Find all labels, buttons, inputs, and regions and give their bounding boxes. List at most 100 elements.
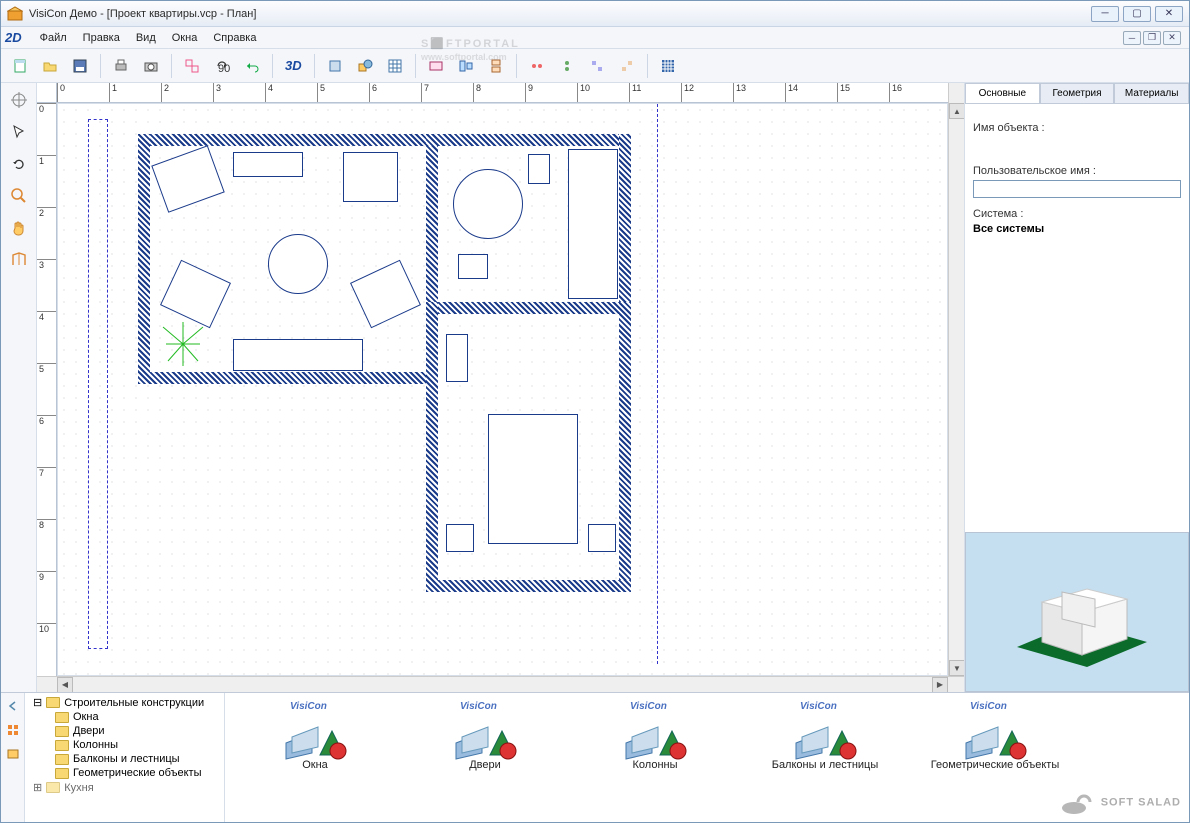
- scroll-left-button[interactable]: ◀: [57, 677, 73, 693]
- menu-windows[interactable]: Окна: [164, 30, 206, 46]
- tree-item-columns[interactable]: Колонны: [27, 738, 222, 752]
- tab-basic[interactable]: Основные: [965, 83, 1040, 103]
- tree-root[interactable]: ⊟Строительные конструкции: [27, 695, 222, 710]
- align1-button[interactable]: [453, 53, 479, 79]
- furniture-round-table[interactable]: [453, 169, 523, 239]
- furniture-armchair[interactable]: [343, 152, 398, 202]
- menu-edit[interactable]: Правка: [75, 30, 128, 46]
- undo-button[interactable]: [239, 53, 265, 79]
- mdi-minimize[interactable]: ─: [1123, 31, 1141, 45]
- folder-icon: [55, 754, 69, 765]
- shapes-button[interactable]: [352, 53, 378, 79]
- furniture-nightstand[interactable]: [588, 524, 616, 552]
- catalog-item[interactable]: VisiCon Колонны: [585, 703, 725, 812]
- wall[interactable]: [138, 134, 438, 146]
- snap-grid-button[interactable]: [655, 53, 681, 79]
- furniture-chair[interactable]: [458, 254, 488, 279]
- zoom-tool[interactable]: [5, 183, 33, 209]
- user-name-input[interactable]: [973, 180, 1181, 198]
- catalog-item[interactable]: VisiCon Окна: [245, 703, 385, 812]
- mdi-restore[interactable]: ❐: [1143, 31, 1161, 45]
- dist2-button[interactable]: [554, 53, 580, 79]
- catalog-item[interactable]: VisiCon Балконы и лестницы: [755, 703, 895, 812]
- furniture-sofa[interactable]: [233, 339, 363, 371]
- furniture-kitchen-counter[interactable]: [568, 149, 618, 299]
- horizontal-ruler[interactable]: 012345678910111213141516: [57, 83, 948, 103]
- svg-text:90: 90: [218, 63, 230, 74]
- furniture-round-table[interactable]: [268, 234, 328, 294]
- catalog-view-button[interactable]: [3, 721, 23, 739]
- ruler-tick: 8: [473, 83, 481, 102]
- dist3-button[interactable]: [584, 53, 610, 79]
- origin-tool[interactable]: [5, 87, 33, 113]
- floor-plan-canvas[interactable]: [57, 103, 948, 676]
- catalog-item-icon: VisiCon: [620, 703, 690, 753]
- catalog-tree[interactable]: ⊟Строительные конструкции Окна Двери Кол…: [25, 693, 225, 822]
- wall[interactable]: [426, 134, 631, 146]
- catalog-back-button[interactable]: [3, 697, 23, 715]
- horizontal-scrollbar[interactable]: ◀ ▶: [37, 676, 964, 692]
- tree-item-windows[interactable]: Окна: [27, 710, 222, 724]
- dist4-button[interactable]: [614, 53, 640, 79]
- vertical-ruler[interactable]: 012345678910: [37, 103, 57, 676]
- tree-item-geometry[interactable]: Геометрические объекты: [27, 766, 222, 780]
- ruler-spacer: [948, 83, 964, 103]
- tree-item-overflow[interactable]: ⊞Кухня: [27, 780, 222, 795]
- ruler-tick: 2: [37, 207, 56, 218]
- hand-tool[interactable]: [5, 215, 33, 241]
- mdi-close[interactable]: ✕: [1163, 31, 1181, 45]
- window-tool-button[interactable]: [322, 53, 348, 79]
- dist1-button[interactable]: [524, 53, 550, 79]
- maximize-button[interactable]: ▢: [1123, 6, 1151, 22]
- group-button[interactable]: [179, 53, 205, 79]
- wall[interactable]: [426, 580, 631, 592]
- tab-materials[interactable]: Материалы: [1114, 83, 1189, 103]
- catalog-settings-button[interactable]: [3, 745, 23, 763]
- furniture-shelf[interactable]: [233, 152, 303, 177]
- catalog-item[interactable]: VisiCon Двери: [415, 703, 555, 812]
- camera-button[interactable]: [138, 53, 164, 79]
- ruler-tick: 12: [681, 83, 694, 102]
- furniture-bed[interactable]: [488, 414, 578, 544]
- save-button[interactable]: [67, 53, 93, 79]
- catalog-item[interactable]: VisiCon Геометрические объекты: [925, 703, 1065, 812]
- tree-item-doors[interactable]: Двери: [27, 724, 222, 738]
- wall[interactable]: [138, 372, 438, 384]
- mode-2d-label[interactable]: 2D: [5, 30, 22, 45]
- ruler-tick: 7: [421, 83, 429, 102]
- close-button[interactable]: ✕: [1155, 6, 1183, 22]
- pointer-tool[interactable]: [5, 119, 33, 145]
- separator: [415, 54, 416, 78]
- wall[interactable]: [619, 134, 631, 314]
- wall[interactable]: [426, 302, 631, 314]
- scroll-up-button[interactable]: ▲: [949, 103, 965, 119]
- furniture-plant[interactable]: [158, 319, 208, 369]
- wall[interactable]: [138, 134, 150, 384]
- furniture-nightstand[interactable]: [446, 524, 474, 552]
- wall[interactable]: [426, 302, 438, 592]
- new-file-button[interactable]: [7, 53, 33, 79]
- menu-help[interactable]: Справка: [205, 30, 264, 46]
- scroll-right-button[interactable]: ▶: [932, 677, 948, 693]
- tree-item-balconies[interactable]: Балконы и лестницы: [27, 752, 222, 766]
- grid-button[interactable]: [382, 53, 408, 79]
- tab-geometry[interactable]: Геометрия: [1040, 83, 1115, 103]
- minimize-button[interactable]: ─: [1091, 6, 1119, 22]
- furniture-chair[interactable]: [528, 154, 550, 184]
- ruler-tick: 10: [37, 623, 56, 634]
- walls-tool[interactable]: [5, 247, 33, 273]
- print-button[interactable]: [108, 53, 134, 79]
- furniture-wardrobe[interactable]: [446, 334, 468, 382]
- scroll-down-button[interactable]: ▼: [949, 660, 965, 676]
- layers-button[interactable]: [423, 53, 449, 79]
- rotate-tool[interactable]: [5, 151, 33, 177]
- align2-button[interactable]: [483, 53, 509, 79]
- wall[interactable]: [619, 302, 631, 592]
- open-file-button[interactable]: [37, 53, 63, 79]
- vertical-scrollbar[interactable]: ▲ ▼: [948, 103, 964, 676]
- menu-view[interactable]: Вид: [128, 30, 164, 46]
- rotate-90-button[interactable]: 90: [209, 53, 235, 79]
- menu-file[interactable]: Файл: [32, 30, 75, 46]
- preview-3d[interactable]: [965, 532, 1189, 692]
- mode-3d-button[interactable]: 3D: [280, 53, 307, 79]
